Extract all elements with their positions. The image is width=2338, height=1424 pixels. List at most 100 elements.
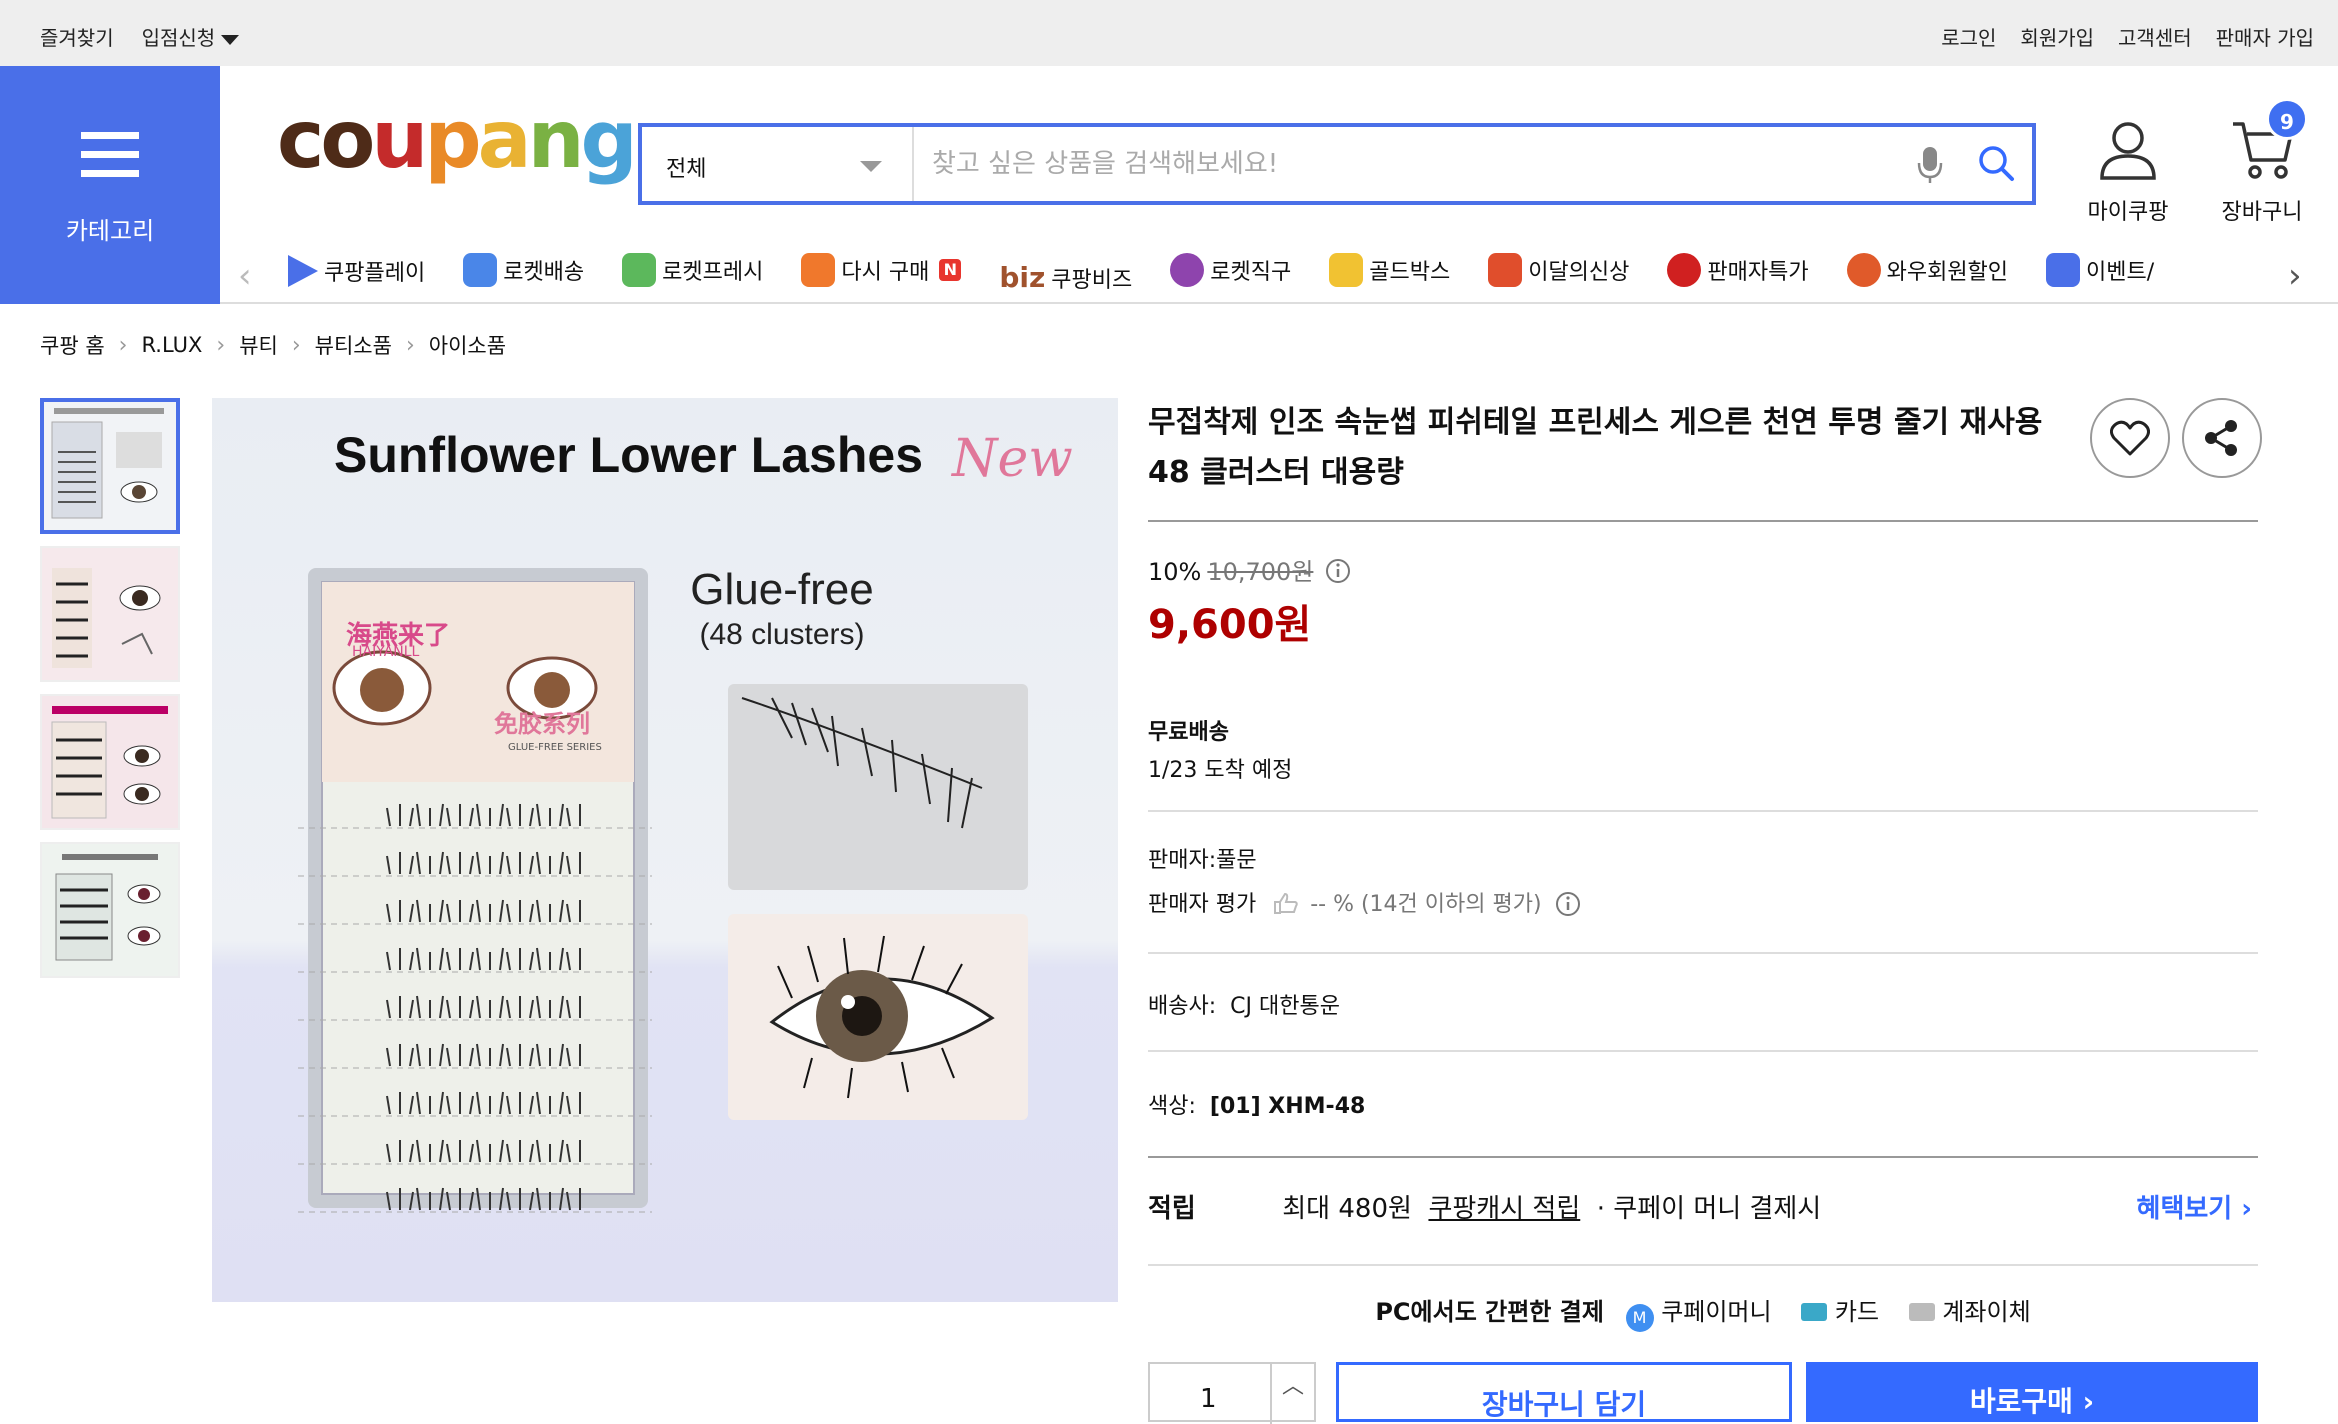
nav-item-1[interactable]: 로켓배송: [463, 244, 584, 296]
carrier-label: 배송사:: [1148, 994, 1217, 1019]
quantity-stepper[interactable]: 1 ︿: [1148, 1362, 1316, 1424]
quantity-value: 1: [1200, 1384, 1217, 1414]
nav-item-label: 로켓배송: [503, 260, 585, 285]
image-new-label: New: [950, 429, 1073, 489]
breadcrumb-item[interactable]: 뷰티소품: [315, 330, 392, 360]
logo-letter: o: [320, 93, 375, 186]
purchase-row: 1 ︿ 장바구니 담기 바로구매 ›: [1148, 1362, 2258, 1424]
nav-item-label: 쿠팡플레이: [324, 261, 426, 286]
info-icon[interactable]: [1555, 891, 1581, 917]
service-nav-list: 쿠팡플레이 로켓배송 로켓프레시 다시 구매 N biz 쿠팡비즈 로켓직구 골드박스 이달의신상…: [288, 244, 2272, 296]
breadcrumb-item[interactable]: 뷰티: [239, 330, 278, 360]
cart-label: 장바구니: [2221, 200, 2303, 225]
divider: [1148, 810, 2258, 812]
reward-label: 적립: [1148, 1194, 1196, 1224]
service-nav: ‹ 쿠팡플레이 로켓배송 로켓프레시 다시 구매 N biz 쿠팡비즈 로켓직구 골드박스 이달의…: [220, 244, 2338, 304]
thumbnail-1[interactable]: [40, 398, 180, 534]
rocket-icon: [463, 253, 498, 287]
coupang-logo[interactable]: coupang: [277, 93, 638, 186]
breadcrumb-item[interactable]: R.LUX: [141, 333, 202, 357]
divider: [1148, 1156, 2258, 1158]
user-icon: [2100, 122, 2156, 180]
top-utility-bar: 즐겨찾기 입점신청 로그인 회원가입 고객센터 판매자 가입: [0, 0, 2338, 66]
event-ticket-icon: [2046, 253, 2081, 287]
nav-item-5[interactable]: 로켓직구: [1170, 244, 1291, 296]
rocket-fresh-icon: [622, 253, 657, 287]
nav-item-0[interactable]: 쿠팡플레이: [288, 245, 425, 296]
nav-item-8[interactable]: 판매자특가: [1667, 244, 1809, 296]
arrival-date: 1/23 도착 예정: [1148, 758, 1293, 783]
pack-series: 免胶系列: [494, 710, 590, 738]
nav-item-10[interactable]: 이벤트/: [2046, 244, 2154, 296]
nav-item-4[interactable]: biz 쿠팡비즈: [999, 252, 1132, 297]
breadcrumb-chevron-icon: ›: [216, 332, 226, 358]
thumbnail-2[interactable]: [40, 546, 180, 682]
new-bag-icon: [1488, 253, 1523, 287]
thumbnail-3[interactable]: [40, 694, 180, 830]
reward-max: 최대 480원: [1282, 1194, 1412, 1224]
nav-item-label: 이벤트/: [2086, 260, 2155, 285]
search-category-value: 전체: [666, 157, 707, 182]
benefit-more-link[interactable]: 혜택보기 ›: [2137, 1188, 2252, 1225]
coupang-cash-link[interactable]: 쿠팡캐시 적립: [1428, 1194, 1580, 1224]
carrier-row: 배송사: CJ 대한통운: [1148, 988, 1340, 1020]
buy-now-button[interactable]: 바로구매 ›: [1806, 1362, 2258, 1422]
microphone-icon[interactable]: [1916, 145, 1944, 189]
signup-link[interactable]: 회원가입: [2020, 22, 2094, 51]
nav-item-label: 쿠팡비즈: [1051, 267, 1133, 293]
search-bar: 전체: [638, 123, 2036, 205]
product-title: 무접착제 인조 속눈썹 피쉬테일 프린세스 게으른 천연 투명 줄기 재사용 4…: [1148, 405, 2043, 490]
divider: [1148, 520, 2258, 522]
percent-badge-icon: [1667, 253, 1702, 287]
basket-icon: [801, 253, 836, 287]
mycoupang-button[interactable]: 마이쿠팡: [2080, 118, 2176, 226]
nav-item-6[interactable]: 골드박스: [1329, 244, 1450, 296]
color-option-row[interactable]: 색상: [01] XHM-48: [1148, 1088, 1365, 1120]
share-icon[interactable]: [2182, 398, 2262, 478]
carrier-value: CJ 대한통운: [1230, 994, 1340, 1019]
search-input[interactable]: [932, 127, 1892, 201]
price-original-row: 10% 10,700원: [1148, 552, 1351, 587]
nav-item-3[interactable]: 다시 구매 N: [801, 244, 962, 296]
breadcrumb-item[interactable]: 쿠팡 홈: [40, 330, 105, 360]
product-main-image[interactable]: Sunflower Lower Lashes New 海燕来了 HAIYANLL…: [212, 398, 1118, 1302]
nav-item-9[interactable]: 와우회원할인: [1846, 244, 2008, 296]
nav-item-7[interactable]: 이달의신상: [1488, 244, 1629, 296]
seller-signup-link[interactable]: 판매자 가입: [2216, 22, 2314, 51]
nav-next-arrow-icon[interactable]: ›: [2288, 256, 2318, 296]
customer-center-link[interactable]: 고객센터: [2118, 22, 2192, 51]
login-link[interactable]: 로그인: [1941, 22, 1996, 51]
play-icon: [288, 255, 318, 287]
breadcrumb-chevron-icon: ›: [405, 332, 415, 358]
thumbs-up-icon: [1274, 892, 1298, 914]
category-label: 카테고리: [65, 217, 155, 245]
add-to-cart-button[interactable]: 장바구니 담기: [1336, 1362, 1792, 1422]
category-menu-button[interactable]: 카테고리: [0, 66, 220, 304]
product-actions: [2090, 398, 2262, 478]
bookmark-link[interactable]: 즐겨찾기: [40, 22, 114, 51]
seller-name[interactable]: 판매자:풀문: [1148, 842, 1257, 874]
pay-method-bank: 계좌이체: [1942, 1298, 2031, 1326]
cart-button[interactable]: 장바구니 9: [2214, 98, 2310, 226]
thumbnail-4[interactable]: [40, 842, 180, 978]
nav-prev-arrow-icon[interactable]: ‹: [238, 256, 268, 296]
wishlist-heart-icon[interactable]: [2090, 398, 2170, 478]
search-category-select[interactable]: 전체: [642, 127, 914, 201]
seller-rating-label: 판매자 평가: [1148, 892, 1257, 917]
color-value: [01] XHM-48: [1209, 1094, 1366, 1119]
pc-payment-row: PC에서도 간편한 결제 M 쿠페이머니 카드 계좌이체: [1148, 1292, 2258, 1332]
bank-transfer-icon: [1908, 1303, 1935, 1321]
breadcrumb-chevron-icon: ›: [291, 332, 301, 358]
breadcrumb-item[interactable]: 아이소품: [429, 330, 506, 360]
seller-apply-link[interactable]: 입점신청: [142, 22, 240, 51]
logo-letter: p: [424, 93, 481, 186]
info-icon[interactable]: [1325, 558, 1351, 584]
nav-item-2[interactable]: 로켓프레시: [622, 244, 763, 296]
breadcrumb-chevron-icon: ›: [118, 332, 128, 358]
nav-item-label: 다시 구매: [841, 260, 930, 285]
biz-icon: biz: [999, 261, 1046, 294]
quantity-up-icon[interactable]: ︿: [1270, 1364, 1314, 1424]
lash-closeup-panel: [728, 684, 1028, 890]
search-icon[interactable]: [1976, 143, 2016, 187]
nav-item-label: 로켓직구: [1210, 260, 1292, 285]
